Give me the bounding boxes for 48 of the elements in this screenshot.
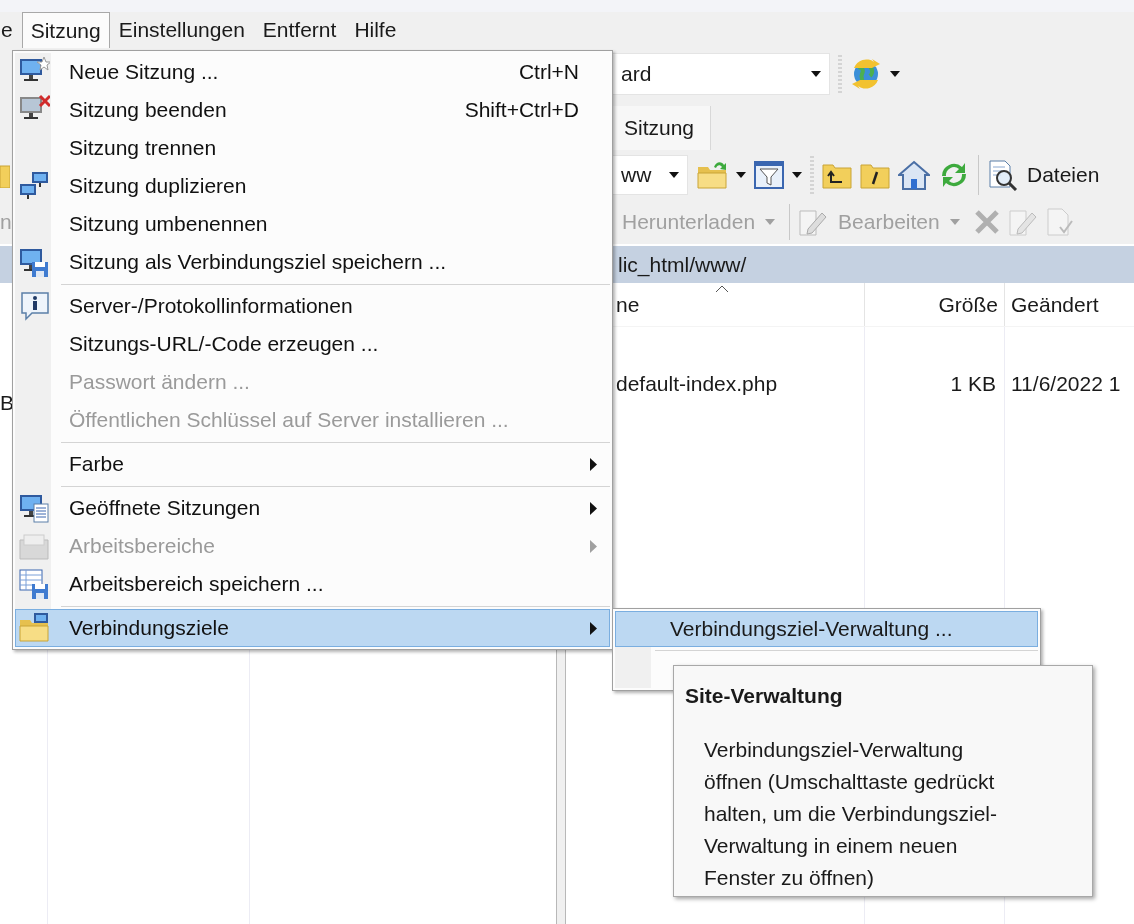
submenu-arrow-icon [590, 457, 597, 471]
pencil-document-icon [798, 207, 829, 237]
caret-icon [811, 71, 821, 77]
computers-icon [18, 170, 50, 202]
table-cell-text: 11/6/2022 1 [1010, 371, 1122, 398]
magnifier-document-icon [987, 159, 1019, 191]
save-session-icon [18, 246, 50, 278]
root-folder-icon[interactable] [860, 161, 890, 189]
table-cell-text: 1 KB [949, 371, 997, 398]
menu-item[interactable]: Arbeitsbereich speichern ... [15, 565, 610, 603]
caret-icon [669, 172, 679, 178]
menu-bar-item[interactable]: Hilfe [345, 12, 406, 48]
caret-icon [765, 219, 776, 225]
table-cell-text: B [0, 390, 14, 416]
filter-icon[interactable] [754, 161, 784, 189]
caret-icon[interactable] [792, 172, 802, 178]
menu-bar-item[interactable]: e [0, 12, 22, 48]
column-header[interactable]: Größe [865, 283, 1005, 326]
tooltip-title: Site-Verwaltung [685, 683, 844, 709]
table-cell-text: default-index.php [615, 371, 779, 398]
toolbar-label: n [0, 209, 12, 236]
submenu-arrow-icon [590, 621, 597, 635]
menu-item[interactable]: Sitzung umbenennen [15, 205, 610, 243]
column-header[interactable]: Geändert [1005, 283, 1134, 326]
submenu-arrow-icon [590, 539, 597, 553]
find-files-button[interactable]: Dateien [987, 155, 1100, 195]
menu-item[interactable]: Verbindungsziel-Verwaltung ... [615, 611, 1038, 647]
sessions-list-icon [18, 492, 50, 524]
caret-icon [949, 219, 960, 225]
menu-item[interactable]: Sitzung als Verbindungsziel speichern ... [15, 243, 610, 281]
save-workspace-icon [18, 568, 50, 600]
open-folder-icon[interactable] [696, 159, 728, 191]
menu-item[interactable]: Geöffnete Sitzungen [15, 489, 610, 527]
menu-item[interactable]: Verbindungsziele [15, 609, 610, 647]
menu-bar-item[interactable]: Sitzung [21, 12, 110, 48]
menu-item[interactable]: Farbe [15, 445, 610, 483]
submenu-arrow-icon [590, 501, 597, 515]
menu-bar-item[interactable]: Entfernt [253, 12, 346, 48]
path-text: lic_html/www/ [618, 251, 747, 279]
sort-ascending-icon [715, 285, 729, 293]
home-icon[interactable] [898, 160, 930, 190]
globe-sync-icon[interactable] [850, 58, 882, 90]
menu-bar-item[interactable]: Einstellungen [109, 12, 254, 48]
parent-folder-icon[interactable] [822, 161, 852, 189]
tooltip-text: Verbindungsziel-Verwaltung öffnen (Umschalttaste gedrückt halten, um die Verbindungsziel-Verwaltung in einem neuen Fenster zu öffnen) [704, 736, 998, 891]
caret-icon[interactable] [890, 71, 900, 77]
caret-icon[interactable] [736, 172, 746, 178]
menu-item[interactable]: Sitzungs-URL/-Code erzeugen ... [15, 325, 610, 363]
